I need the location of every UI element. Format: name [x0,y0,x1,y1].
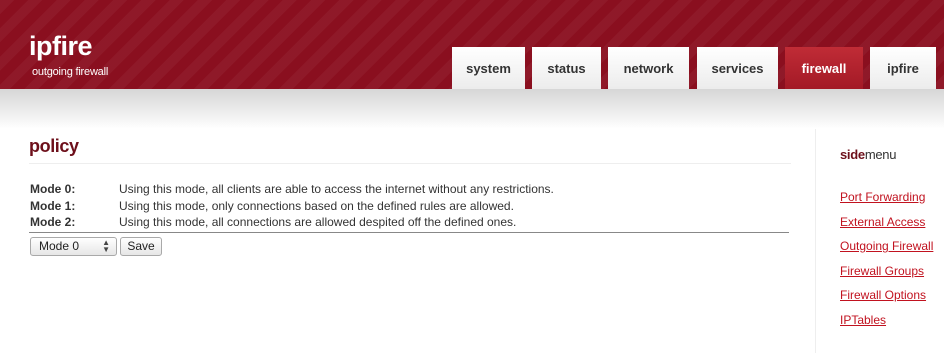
main-content: policy Mode 0: Using this mode, all clie… [0,129,815,353]
tab-system[interactable]: system [452,47,525,89]
save-button[interactable]: Save [120,237,162,256]
header-shadow-band [0,89,944,129]
tab-ipfire[interactable]: ipfire [870,47,936,89]
sidebar-link-firewall-groups[interactable]: Firewall Groups [840,264,924,278]
sidebar-link-outgoing-firewall[interactable]: Outgoing Firewall [840,239,933,253]
tab-firewall[interactable]: firewall [785,47,863,89]
tab-network[interactable]: network [608,47,689,89]
mode-label: Mode 0: [30,182,76,196]
sidebar: sidemenu Port Forwarding External Access… [815,129,944,353]
tab-label: system [466,60,511,76]
mode-label: Mode 1: [30,199,76,213]
sidebar-link-port-forwarding[interactable]: Port Forwarding [840,190,925,204]
logo-subtitle: outgoing firewall [32,66,109,78]
tab-label: firewall [801,60,847,76]
tab-label: ipfire [887,60,919,76]
sidebar-title-bold: side [840,147,865,162]
sidebar-link-iptables[interactable]: IPTables [840,313,886,327]
tab-status[interactable]: status [532,47,601,89]
tab-services[interactable]: services [697,47,778,89]
mode-description: Using this mode, only connections based … [119,199,514,213]
mode-description: Using this mode, all connections are all… [119,215,517,229]
header-bar: ipfire outgoing firewall system status n… [0,0,944,89]
tab-label: network [623,60,674,76]
tab-label: status [547,60,586,76]
select-arrows-icon: ▲ ▼ [102,238,110,254]
tab-label: services [711,60,764,76]
sidebar-title: sidemenu [840,147,896,162]
page-title: policy [29,136,79,156]
sidebar-title-rest: menu [864,147,897,162]
title-divider [29,163,791,164]
logo-title: ipfire [29,31,93,61]
sidebar-link-external-access[interactable]: External Access [840,215,925,229]
mode-select[interactable]: Mode 0 ▲ ▼ [30,237,117,256]
mode-select-value: Mode 0 [39,239,80,253]
mode-label: Mode 2: [30,215,76,229]
mode-description: Using this mode, all clients are able to… [119,182,554,196]
sidebar-link-firewall-options[interactable]: Firewall Options [840,288,926,302]
policy-divider [29,232,789,233]
